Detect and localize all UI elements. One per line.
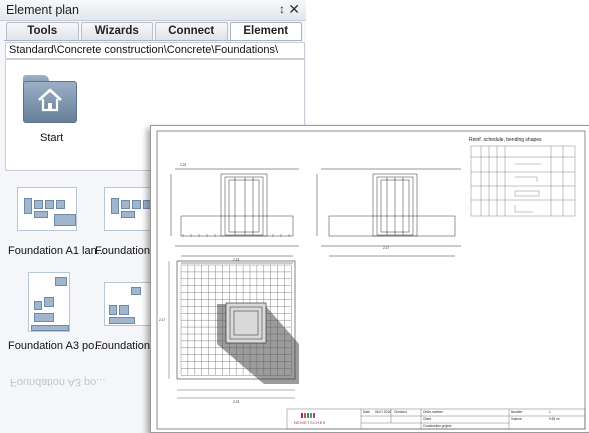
palette-tabs: Tools Wizards Connect Element plan xyxy=(6,22,302,54)
tab-divider xyxy=(4,40,302,41)
elev1-dim-text: 2.23 xyxy=(180,163,187,167)
schedule-title: Reinf. schedule, bending shapes xyxy=(469,137,542,143)
plan-side-dim: 2.17 xyxy=(159,318,166,322)
foundation-elevation-2 xyxy=(316,168,461,257)
elev1-total-dim: 2.23 xyxy=(233,258,240,262)
start-folder-label: Start xyxy=(40,132,64,144)
plan-total-dim: 2.23 xyxy=(233,400,240,404)
tb-checked-label: Checked xyxy=(394,410,407,414)
palette-title: Element plan xyxy=(6,3,79,17)
foundation-a3-label: Foundation A3 po... xyxy=(8,340,104,352)
palette-titlebar[interactable]: Element plan ↕ ✕ xyxy=(0,0,306,21)
company-logo xyxy=(301,413,315,418)
tb-project-label: Construction project xyxy=(423,424,452,428)
close-icon[interactable]: ✕ xyxy=(288,1,300,18)
foundation-a1-thumbnail[interactable] xyxy=(17,187,77,231)
tb-client-label: Client xyxy=(423,417,432,421)
tab-element-plan[interactable]: Element plan xyxy=(229,22,302,54)
tb-date-value: 06.07.2015 xyxy=(375,410,391,414)
foundation-a1-label: Foundation A1 lan... xyxy=(8,245,106,257)
tb-number-label: Number xyxy=(511,410,523,414)
reinforcement-schedule-table xyxy=(470,145,576,217)
company-name: NEMETSCHEK xyxy=(294,420,326,425)
home-icon xyxy=(38,88,62,112)
start-folder-icon[interactable] xyxy=(23,75,77,123)
foundation-elevation-1 xyxy=(170,168,299,264)
reflection-label: Foundation A3 po... xyxy=(10,376,106,388)
tb-date-label: Date xyxy=(363,410,370,414)
element-plan-preview-sheet: Reinf. schedule, bending shapes 2.23 2.1… xyxy=(150,125,589,433)
foundation-a3-thumbnail[interactable] xyxy=(28,272,70,332)
elev2-total-dim: 2.17 xyxy=(383,246,390,250)
tb-volume-label: Volume xyxy=(511,417,522,421)
tab-tools[interactable]: Tools xyxy=(6,22,79,41)
tab-wizards[interactable]: Wizards xyxy=(80,22,153,41)
tb-volume-value: 9.55 m³ xyxy=(549,417,560,421)
foundation-plan-view xyxy=(168,260,299,399)
tb-number-value: 1 xyxy=(549,410,551,414)
pin-icon[interactable]: ↕ xyxy=(279,2,285,16)
tb-order-label: Order number xyxy=(423,410,443,414)
folder-path-breadcrumb[interactable]: Standard\Concrete construction\Concrete\… xyxy=(5,42,305,59)
tab-connect[interactable]: Connect xyxy=(155,22,228,41)
drawing-canvas xyxy=(156,130,586,430)
